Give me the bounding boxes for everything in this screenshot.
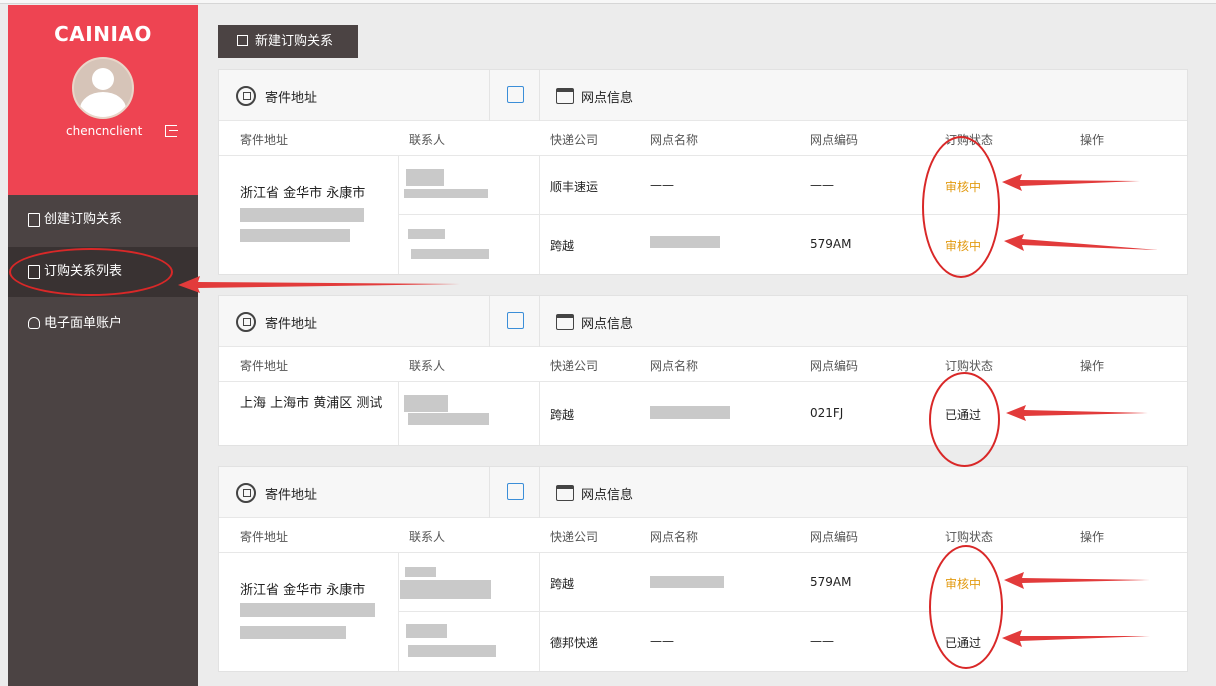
annotation-arrow [1004, 234, 1158, 251]
annotation-arrow [1002, 630, 1150, 647]
annotation-arrow [1006, 405, 1148, 421]
annotation-arrow [1002, 174, 1140, 191]
annotation-arrow [178, 276, 460, 293]
annotation-arrow [1004, 572, 1150, 589]
annotation-arrows [178, 174, 1158, 647]
